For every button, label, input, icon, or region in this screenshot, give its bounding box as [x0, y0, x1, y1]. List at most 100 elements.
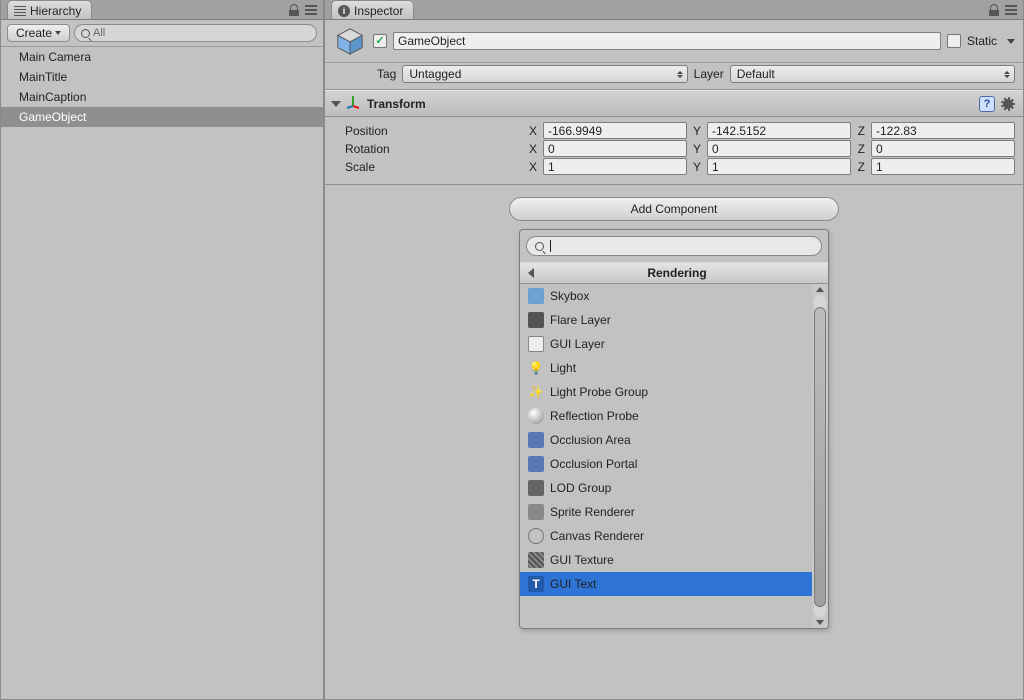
- search-icon: [535, 242, 544, 251]
- gameobject-cube-icon[interactable]: [333, 24, 367, 58]
- create-button[interactable]: Create: [7, 24, 70, 42]
- add-component-label: Add Component: [631, 202, 718, 216]
- axis-label-x: X: [527, 124, 539, 138]
- transform-scale-x-input[interactable]: [543, 158, 687, 175]
- hierarchy-icon: [14, 6, 26, 16]
- component-menu-item[interactable]: GUI Layer: [520, 332, 812, 356]
- static-checkbox[interactable]: [947, 34, 961, 48]
- component-search-input[interactable]: [526, 236, 822, 256]
- axis-label-x: X: [527, 142, 539, 156]
- transform-rotation-x-input[interactable]: [543, 140, 687, 157]
- skybox-icon: [528, 288, 544, 304]
- transform-header[interactable]: Transform ?: [325, 90, 1023, 117]
- transform-position-z-input[interactable]: [871, 122, 1015, 139]
- scroll-thumb[interactable]: [814, 307, 826, 607]
- add-component-popup: Rendering Skybox Flare LayerGUI Layer💡Lig…: [519, 229, 829, 629]
- axis-label-y: Y: [691, 124, 703, 138]
- hierarchy-item[interactable]: GameObject: [1, 107, 323, 127]
- component-menu-item[interactable]: Reflection Probe: [520, 404, 812, 428]
- transform-rotation-y-input[interactable]: [707, 140, 851, 157]
- inspector-icon: i: [338, 5, 350, 17]
- text-cursor: [550, 240, 551, 252]
- transform-row: RotationXYZ: [333, 140, 1015, 157]
- help-icon[interactable]: ?: [979, 96, 995, 112]
- property-label: Rotation: [333, 142, 523, 156]
- axis-label-x: X: [527, 160, 539, 174]
- component-list[interactable]: Skybox Flare LayerGUI Layer💡Light✨Light P…: [520, 284, 812, 628]
- component-menu-item-label: Skybox: [550, 289, 589, 303]
- guitex-icon: [528, 552, 544, 568]
- transform-row: Scale X Y Z: [333, 158, 1015, 175]
- inspector-panel: i Inspector Static: [324, 0, 1024, 700]
- gameobject-enabled-checkbox[interactable]: [373, 34, 387, 48]
- updown-caret-icon: [677, 71, 683, 78]
- component-menu-item[interactable]: Flare Layer: [520, 308, 812, 332]
- static-label: Static: [967, 34, 997, 48]
- rprobe-icon: [528, 408, 544, 424]
- transform-body: PositionXYZRotationXYZScaleXYZ: [325, 117, 1023, 185]
- component-menu-item[interactable]: ✨Light Probe Group: [520, 380, 812, 404]
- hierarchy-search-input[interactable]: All: [74, 24, 317, 42]
- tag-dropdown[interactable]: Untagged: [402, 65, 687, 83]
- light-icon: 💡: [528, 360, 544, 376]
- transform-title: Transform: [367, 97, 973, 111]
- component-menu-item[interactable]: 💡Light: [520, 356, 812, 380]
- hierarchy-panel: Hierarchy Create All Main CameraMainTitl…: [0, 0, 324, 700]
- oportal-icon: [528, 456, 544, 472]
- tab-inspector[interactable]: i Inspector: [331, 0, 414, 19]
- tab-hierarchy[interactable]: Hierarchy: [7, 0, 92, 19]
- lock-icon[interactable]: [989, 4, 999, 16]
- axis-label-z: Z: [855, 124, 867, 138]
- component-menu-item[interactable]: LOD Group: [520, 476, 812, 500]
- component-menu-item-label: LOD Group: [550, 481, 611, 495]
- component-menu-item[interactable]: Occlusion Area: [520, 428, 812, 452]
- component-menu-item-label: Sprite Renderer: [550, 505, 635, 519]
- search-icon: [81, 29, 90, 38]
- scrollbar[interactable]: [812, 284, 828, 628]
- hierarchy-item[interactable]: MainCaption: [1, 87, 323, 107]
- lod-icon: [528, 480, 544, 496]
- gameobject-name-input[interactable]: [393, 32, 941, 50]
- layer-dropdown[interactable]: Default: [730, 65, 1015, 83]
- transform-scale-y-input[interactable]: [707, 158, 851, 175]
- component-menu-item-label: GUI Text: [550, 577, 596, 591]
- hierarchy-item[interactable]: MainTitle: [1, 67, 323, 87]
- scroll-track[interactable]: [814, 295, 826, 617]
- component-menu-item[interactable]: Occlusion Portal: [520, 452, 812, 476]
- transform-position-y-input[interactable]: [707, 122, 851, 139]
- transform-axes-icon: [345, 94, 361, 113]
- hierarchy-item[interactable]: Main Camera: [1, 47, 323, 67]
- scroll-up-icon[interactable]: [816, 287, 824, 292]
- panel-menu-icon[interactable]: [1005, 5, 1017, 15]
- canvasr-icon: [528, 528, 544, 544]
- hierarchy-tabbar: Hierarchy: [1, 0, 323, 20]
- component-menu-item[interactable]: Skybox: [520, 284, 812, 308]
- transform-rotation-z-input[interactable]: [871, 140, 1015, 157]
- property-label: Scale: [333, 160, 523, 174]
- component-menu-item[interactable]: Sprite Renderer: [520, 500, 812, 524]
- updown-caret-icon: [1004, 71, 1010, 78]
- transform-row: PositionXYZ: [333, 122, 1015, 139]
- component-menu-item[interactable]: GUI Texture: [520, 548, 812, 572]
- component-menu-item-label: GUI Texture: [550, 553, 614, 567]
- guilayer-icon: [528, 336, 544, 352]
- tag-value: Untagged: [409, 67, 461, 81]
- transform-position-x-input[interactable]: [543, 122, 687, 139]
- lock-icon[interactable]: [289, 4, 299, 16]
- component-menu-item[interactable]: TGUI Text: [520, 572, 812, 596]
- tab-hierarchy-label: Hierarchy: [30, 4, 81, 18]
- axis-label-y: Y: [691, 160, 703, 174]
- transform-scale-z-input[interactable]: [871, 158, 1015, 175]
- layer-value: Default: [737, 67, 775, 81]
- scroll-down-icon[interactable]: [816, 620, 824, 625]
- sprite-icon: [528, 504, 544, 520]
- component-menu-item[interactable]: Canvas Renderer: [520, 524, 812, 548]
- component-category-title: Rendering: [534, 266, 820, 280]
- tab-inspector-label: Inspector: [354, 4, 403, 18]
- hierarchy-list[interactable]: Main CameraMainTitleMainCaptionGameObjec…: [1, 47, 323, 699]
- axis-label-z: Z: [855, 160, 867, 174]
- static-dropdown-caret[interactable]: [1007, 39, 1015, 44]
- add-component-button[interactable]: Add Component: [509, 197, 839, 221]
- gear-icon[interactable]: [1001, 97, 1015, 111]
- panel-menu-icon[interactable]: [305, 5, 317, 15]
